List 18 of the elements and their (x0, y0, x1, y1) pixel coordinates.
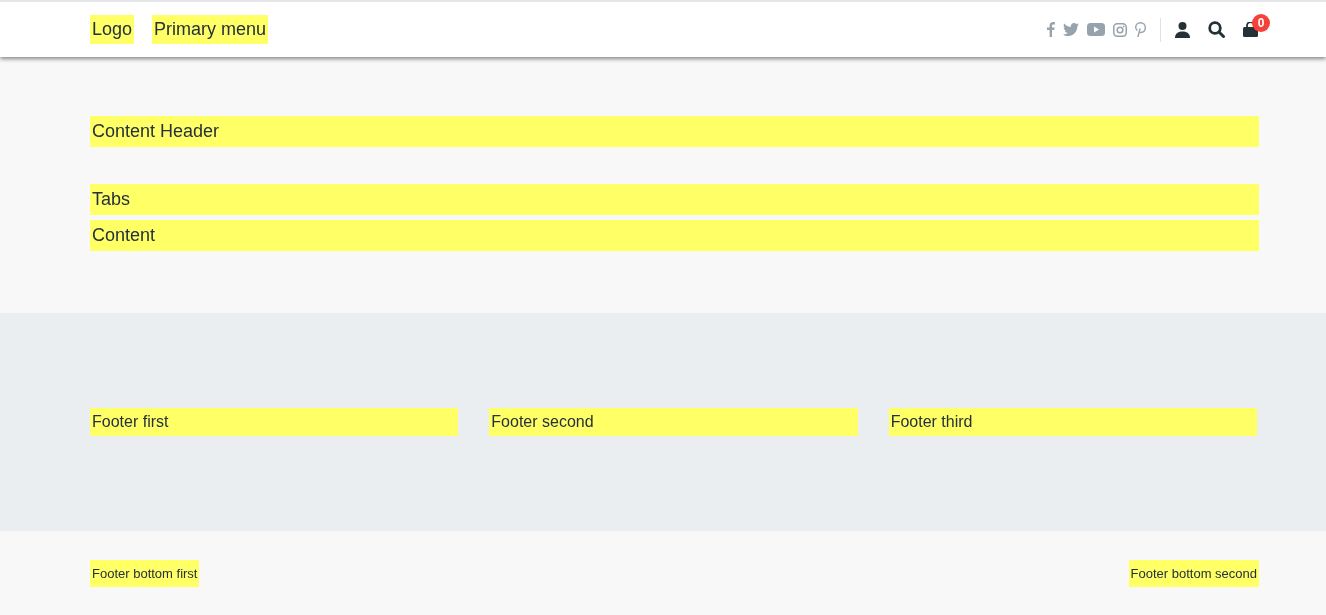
search-icon[interactable] (1208, 21, 1225, 38)
footer-bottom-region: Footer bottom second (1128, 559, 1259, 587)
user-icon[interactable] (1175, 21, 1190, 38)
content-header-region: Content Header (90, 116, 1259, 147)
footer-bottom-region: Footer bottom first (90, 559, 200, 587)
logo-region: Logo (90, 15, 135, 44)
cart-count-badge: 0 (1252, 14, 1270, 32)
footer-region: Footer second (489, 408, 858, 436)
content-region: Content (90, 220, 1259, 251)
pin-icon[interactable] (1135, 22, 1146, 37)
footer-region: Footer third (888, 408, 1257, 436)
facebook-icon[interactable] (1047, 22, 1055, 37)
twitter-icon[interactable] (1063, 23, 1079, 36)
camera-icon[interactable] (1113, 22, 1127, 37)
footer-region: Footer first (90, 408, 459, 436)
tabs-region: Tabs (90, 184, 1259, 215)
primary-menu-region: Primary menu (152, 15, 269, 44)
video-play-icon[interactable] (1087, 23, 1105, 36)
